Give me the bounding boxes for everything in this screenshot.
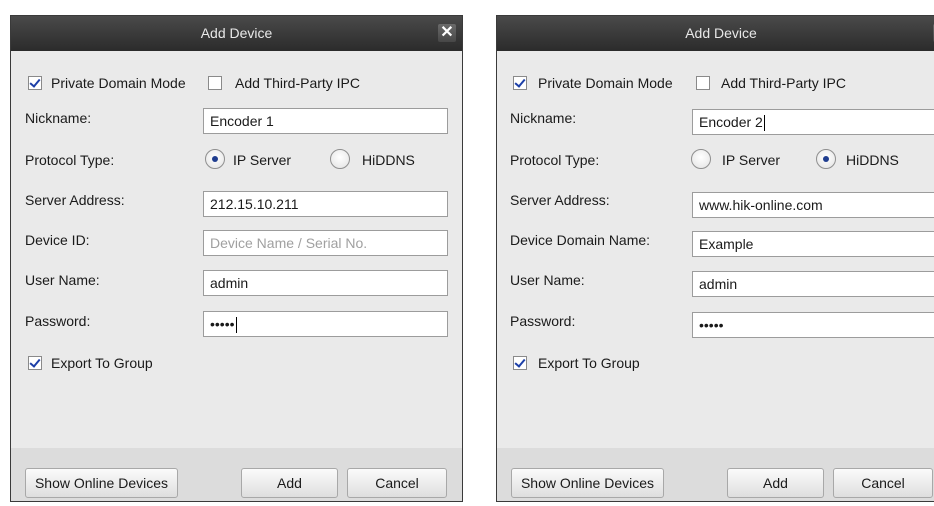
nickname-input[interactable]: Encoder 1 [203, 108, 448, 134]
private-domain-label[interactable]: Private Domain Mode [51, 74, 186, 92]
password-label: Password: [25, 313, 91, 329]
close-icon[interactable]: ✕ [438, 24, 456, 42]
text-caret [235, 317, 237, 334]
hiddns-label[interactable]: HiDDNS [846, 151, 899, 169]
third-party-ipc-label[interactable]: Add Third-Party IPC [235, 74, 360, 92]
server-address-input[interactable]: 212.15.10.211 [203, 191, 448, 217]
third-party-ipc-checkbox[interactable] [696, 76, 710, 90]
nickname-input[interactable]: Encoder 2 [692, 109, 934, 135]
hiddns-radio[interactable] [330, 149, 350, 169]
nickname-label: Nickname: [510, 110, 577, 126]
show-online-devices-button[interactable]: Show Online Devices [511, 468, 664, 498]
ip-server-label[interactable]: IP Server [722, 151, 780, 169]
export-to-group-label[interactable]: Export To Group [51, 354, 153, 372]
server-address-label: Server Address: [25, 192, 125, 208]
device-domain-name-input[interactable]: Example [692, 231, 934, 257]
protocol-type-label: Protocol Type: [25, 152, 115, 168]
hiddns-label[interactable]: HiDDNS [362, 151, 415, 169]
add-button[interactable]: Add [727, 468, 824, 498]
device-domain-name-label: Device Domain Name: [510, 232, 651, 248]
device-id-input[interactable]: Device Name / Serial No. [203, 230, 448, 256]
password-input[interactable]: ••••• [692, 312, 934, 338]
user-name-input[interactable]: admin [203, 270, 448, 296]
user-name-label: User Name: [25, 272, 100, 288]
third-party-ipc-label[interactable]: Add Third-Party IPC [721, 74, 846, 92]
ip-server-radio[interactable] [205, 149, 225, 169]
device-id-label: Device ID: [25, 232, 90, 248]
third-party-ipc-checkbox[interactable] [208, 76, 222, 90]
server-address-input[interactable]: www.hik-online.com [692, 192, 934, 218]
dialog-titlebar[interactable]: Add Device [11, 16, 462, 51]
private-domain-checkbox[interactable] [28, 76, 42, 90]
ip-server-radio[interactable] [691, 149, 711, 169]
server-address-label: Server Address: [510, 192, 610, 208]
private-domain-checkbox[interactable] [513, 76, 527, 90]
nickname-label: Nickname: [25, 110, 92, 126]
cancel-button[interactable]: Cancel [833, 468, 933, 498]
hiddns-radio[interactable] [816, 149, 836, 169]
password-input[interactable]: ••••• [203, 311, 448, 337]
export-to-group-checkbox[interactable] [28, 356, 42, 370]
user-name-input[interactable]: admin [692, 271, 934, 297]
dialog-titlebar[interactable]: Add Device [497, 16, 934, 51]
dialog-title: Add Device [200, 25, 273, 41]
user-name-label: User Name: [510, 272, 585, 288]
password-label: Password: [510, 313, 576, 329]
add-button[interactable]: Add [241, 468, 338, 498]
show-online-devices-button[interactable]: Show Online Devices [25, 468, 178, 498]
add-device-dialog-2: Add Device ✕ Private Domain Mode Add Thi… [496, 15, 934, 502]
export-to-group-checkbox[interactable] [513, 356, 527, 370]
add-device-dialog-1: Add Device ✕ Private Domain Mode Add Thi… [10, 15, 463, 502]
cancel-button[interactable]: Cancel [347, 468, 447, 498]
ip-server-label[interactable]: IP Server [233, 151, 291, 169]
dialog-title: Add Device [685, 25, 757, 41]
text-caret [763, 115, 765, 132]
protocol-type-label: Protocol Type: [510, 152, 600, 168]
export-to-group-label[interactable]: Export To Group [538, 354, 640, 372]
private-domain-label[interactable]: Private Domain Mode [538, 74, 673, 92]
